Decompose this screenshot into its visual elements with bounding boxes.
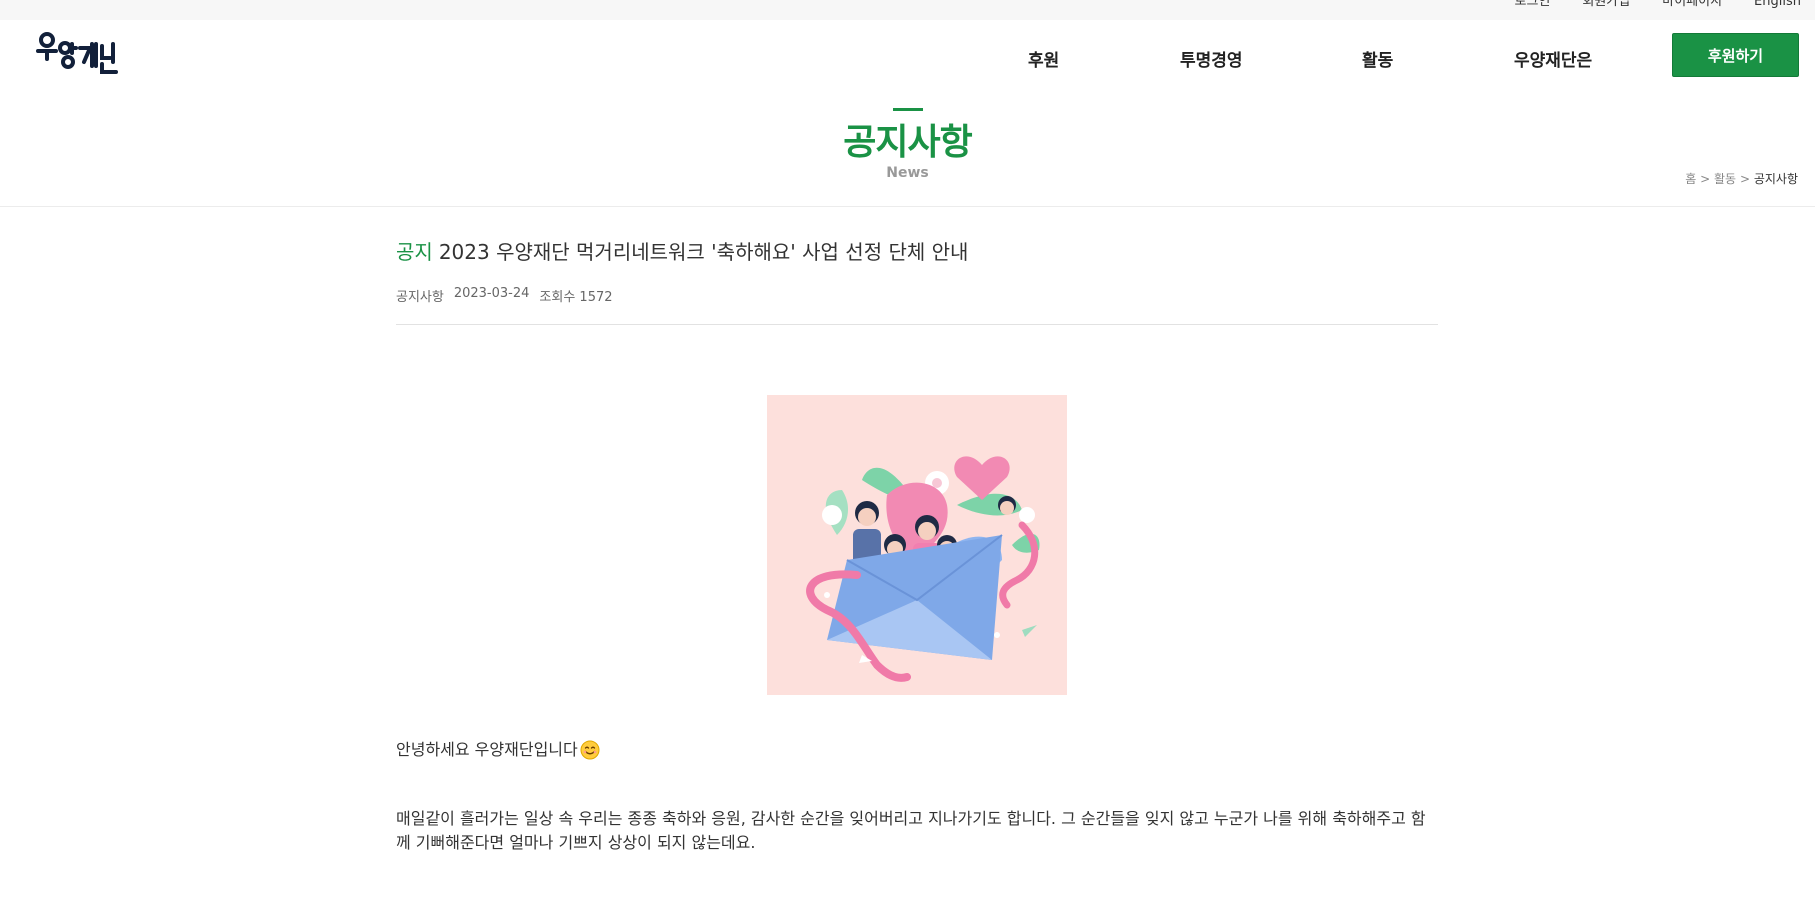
utility-links: 로그인 회원가입 마이페이지 English: [1515, 0, 1802, 11]
signup-link[interactable]: 회원가입: [1582, 0, 1630, 11]
meta-views: 조회수 1572: [539, 290, 613, 305]
breadcrumb-current: 공지사항: [1753, 172, 1798, 186]
page-subtitle: News: [886, 165, 929, 181]
article-greeting: 안녕하세요 우양재단입니다: [396, 738, 1438, 762]
page-title: 공지사항: [843, 122, 972, 163]
article-meta: 공지사항 2023-03-24 조회수 1572: [396, 286, 1438, 305]
breadcrumb-activities[interactable]: 활동: [1714, 172, 1736, 186]
site-header: 후원 투명경영 활동 우양재단은 후원하기: [0, 20, 1815, 90]
article: 공지 2023 우양재단 먹거리네트워크 '축하해요' 사업 선정 단체 안내 공…: [396, 238, 1438, 852]
meta-date: 2023-03-24: [453, 286, 530, 301]
mypage-link[interactable]: 마이페이지: [1662, 0, 1722, 11]
article-divider: [396, 324, 1438, 325]
page-title-block: 공지사항 News: [0, 108, 1815, 181]
nav-item-about[interactable]: 우양재단은: [1514, 46, 1592, 71]
meta-board: 공지사항: [396, 290, 444, 305]
utility-bar: 로그인 회원가입 마이페이지 English: [0, 0, 1815, 20]
breadcrumb: 홈 > 활동 > 공지사항: [1685, 170, 1798, 187]
nav-item-activities[interactable]: 활동: [1362, 46, 1393, 71]
title-accent-bar: [892, 108, 923, 111]
article-paragraph: 매일같이 흘러가는 일상 속 우리는 종종 축하와 응원, 감사한 순간을 잊어…: [396, 809, 1426, 852]
breadcrumb-home[interactable]: 홈: [1685, 172, 1696, 186]
breadcrumb-separator: >: [1739, 172, 1750, 186]
nav-item-donate[interactable]: 후원: [1028, 46, 1059, 71]
nav-item-transparency[interactable]: 투명경영: [1180, 46, 1243, 71]
article-title-text: 2023 우양재단 먹거리네트워크 '축하해요' 사업 선정 단체 안내: [438, 240, 969, 264]
woo-yang-logo-icon: [36, 32, 118, 74]
donate-button[interactable]: 후원하기: [1672, 33, 1799, 77]
english-link[interactable]: English: [1754, 0, 1801, 11]
smile-emoji-icon: [580, 740, 600, 760]
article-title: 공지 2023 우양재단 먹거리네트워크 '축하해요' 사업 선정 단체 안내: [396, 238, 1438, 266]
article-illustration: [767, 395, 1067, 695]
login-link[interactable]: 로그인: [1515, 0, 1551, 11]
site-logo[interactable]: [36, 32, 118, 80]
breadcrumb-separator: >: [1700, 172, 1711, 186]
article-body: 안녕하세요 우양재단입니다 매일같이 흘러가는 일상 속 우리는 종종 축하와 …: [396, 738, 1438, 855]
article-category: 공지: [396, 240, 433, 264]
header-divider: [0, 206, 1815, 207]
greeting-text: 안녕하세요 우양재단입니다: [396, 740, 578, 759]
